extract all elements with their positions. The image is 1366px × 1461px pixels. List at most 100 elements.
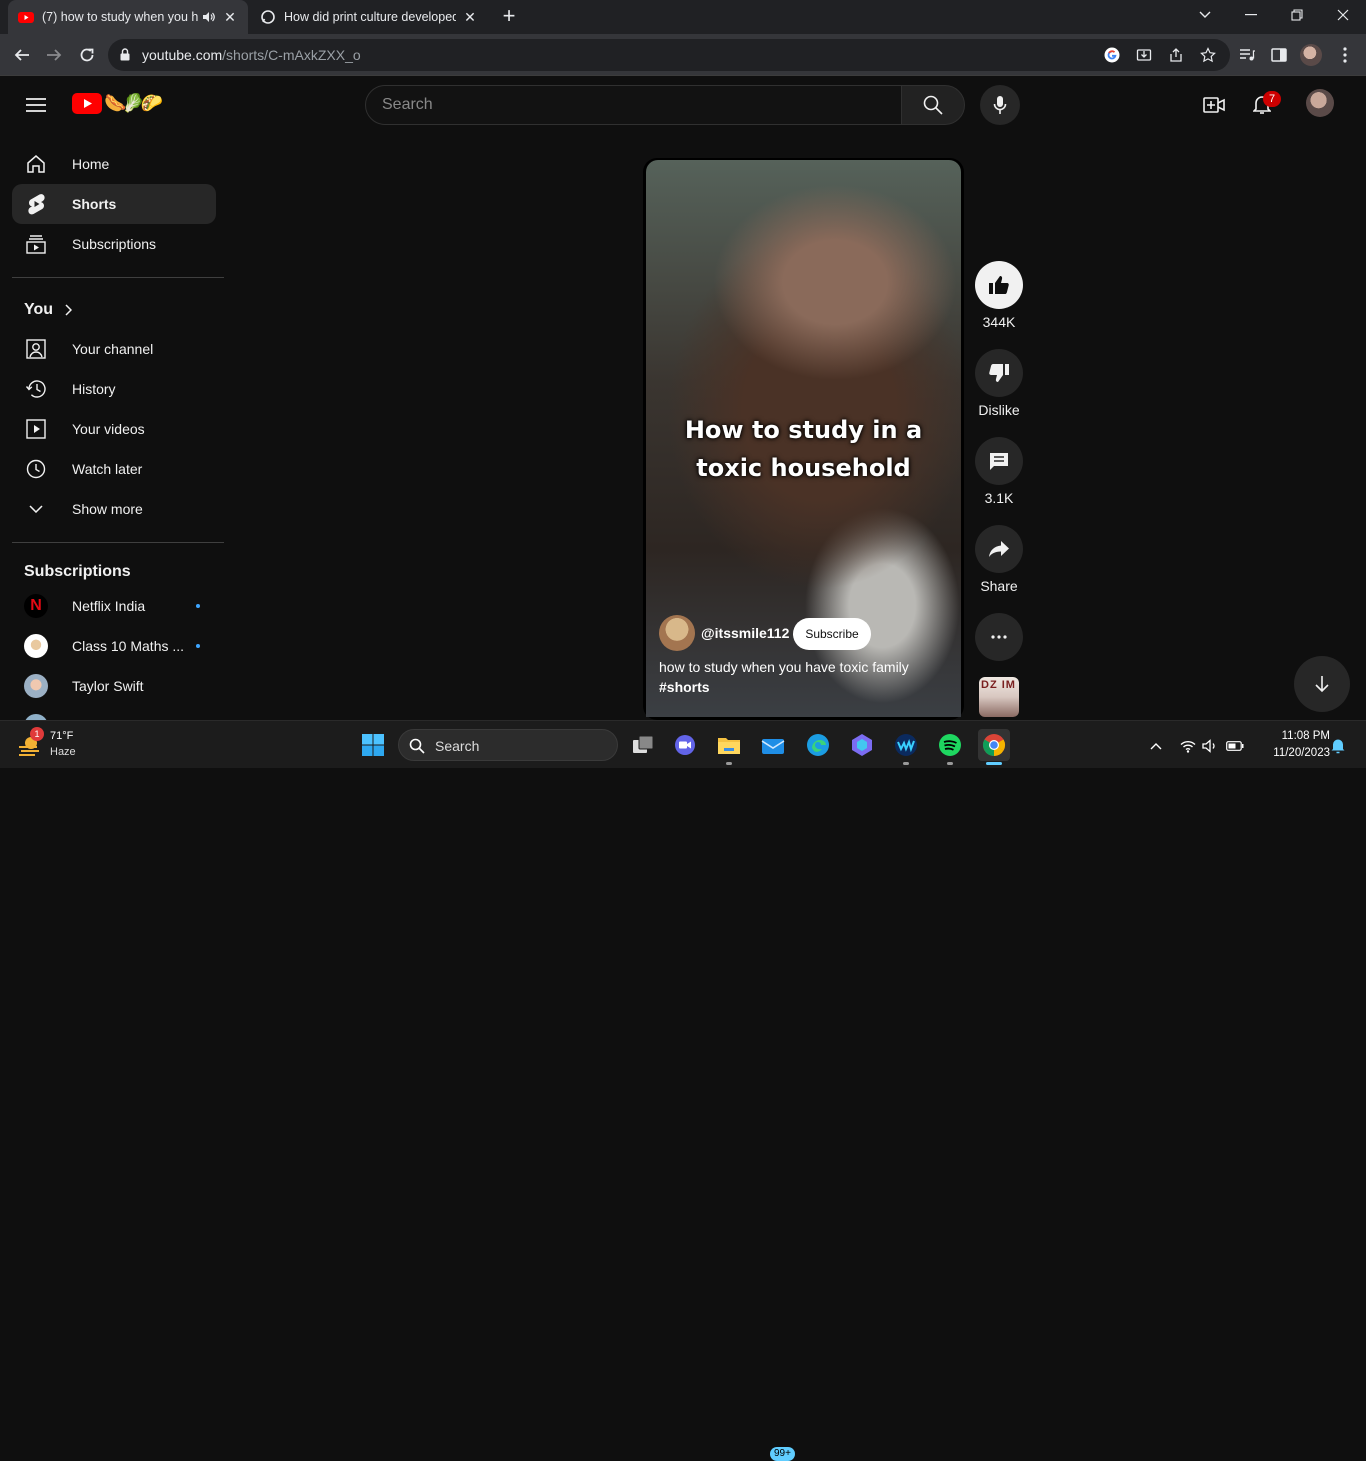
running-indicator <box>986 762 1002 765</box>
taylor-swift-avatar <box>24 674 48 698</box>
close-window-button[interactable] <box>1320 0 1366 30</box>
like-button[interactable] <box>975 261 1023 309</box>
google-lens-button[interactable] <box>1102 45 1122 65</box>
chevron-down-icon <box>24 497 48 521</box>
media-control-button[interactable] <box>1236 44 1258 66</box>
webex-app[interactable] <box>890 729 922 765</box>
share-button[interactable] <box>975 525 1023 573</box>
bookmark-button[interactable] <box>1198 45 1218 65</box>
back-button[interactable] <box>10 43 34 67</box>
tab-close-icon[interactable]: ✕ <box>222 9 238 25</box>
battery-button[interactable] <box>1226 737 1244 755</box>
forward-button[interactable] <box>42 43 66 67</box>
spotify-app[interactable] <box>934 729 966 765</box>
sidebar-item-home[interactable]: Home <box>12 144 216 184</box>
tab-close-icon[interactable]: ✕ <box>462 9 478 25</box>
clock-date: 11/20/2023 <box>1273 747 1330 759</box>
sound-thumbnail[interactable]: DZ IM <box>979 677 1019 717</box>
sidebar-subscription-taylor-swift[interactable]: Taylor Swift <box>12 666 216 706</box>
create-button[interactable] <box>1202 93 1226 117</box>
sidebar-subscription-class-10-maths[interactable]: Class 10 Maths ... <box>12 626 216 666</box>
sound-thumbnail-text: DZ IM <box>981 679 1016 691</box>
show-hidden-icons-button[interactable] <box>1147 737 1165 755</box>
side-panel-button[interactable] <box>1268 44 1290 66</box>
task-view-button[interactable] <box>627 729 659 761</box>
tab-print-culture[interactable]: How did print culture developed ✕ <box>250 0 488 34</box>
sidebar-item-label: Home <box>72 156 110 172</box>
restore-button[interactable] <box>1274 0 1320 30</box>
history-icon <box>24 377 48 401</box>
subscribe-button[interactable]: Subscribe <box>793 618 871 650</box>
search-icon <box>923 95 943 115</box>
taskbar-clock[interactable]: 11:08 PM 11/20/2023 <box>1256 728 1330 762</box>
video-description-text: how to study when you have toxic family <box>659 659 909 675</box>
mail-app[interactable] <box>757 729 789 761</box>
weather-condition: Haze <box>50 746 76 758</box>
more-actions-button[interactable] <box>975 613 1023 661</box>
edge-app[interactable] <box>802 729 834 761</box>
netflix-avatar: N <box>24 594 48 618</box>
guide-menu-button[interactable] <box>26 97 46 113</box>
voice-search-button[interactable] <box>980 85 1020 125</box>
sidebar-item-your-videos[interactable]: Your videos <box>12 409 216 449</box>
sidebar-subscription-netflix-india[interactable]: N Netflix India <box>12 586 216 626</box>
sidebar-item-label: Your videos <box>72 421 145 437</box>
tab-search-button[interactable] <box>1182 0 1228 30</box>
sidebar-item-watch-later[interactable]: Watch later <box>12 449 216 489</box>
channel-handle[interactable]: @itssmile112 <box>701 625 789 641</box>
chrome-menu-button[interactable] <box>1334 44 1356 66</box>
restore-icon <box>1291 9 1303 21</box>
teams-chat-app[interactable] <box>669 729 701 761</box>
youtube-header: 🌭🥬🌮 Search <box>0 77 1366 133</box>
like-count: 344K <box>982 314 1016 330</box>
chrome-app[interactable] <box>978 729 1010 765</box>
search-input[interactable]: Search <box>365 85 902 125</box>
sidebar-item-show-more[interactable]: Show more <box>12 489 216 529</box>
arrow-down-icon <box>1315 676 1329 693</box>
install-app-button[interactable] <box>1134 45 1154 65</box>
account-avatar[interactable] <box>1306 89 1334 117</box>
new-tab-button[interactable]: + <box>498 5 520 27</box>
file-explorer-app[interactable] <box>713 729 745 765</box>
youtube-logo[interactable]: 🌭🥬🌮 <box>72 93 163 114</box>
volume-button[interactable] <box>1201 737 1219 755</box>
next-short-button[interactable] <box>1294 656 1350 712</box>
sidebar-item-your-channel[interactable]: Your channel <box>12 329 216 369</box>
wifi-icon <box>1180 740 1196 753</box>
search-button[interactable] <box>901 85 965 125</box>
weather-widget[interactable]: 1 71°F Haze <box>18 727 138 761</box>
comment-icon <box>990 453 1008 470</box>
sidebar-item-shorts[interactable]: Shorts <box>12 184 216 224</box>
minimize-button[interactable] <box>1228 0 1274 30</box>
mail-unread-badge: 99+ <box>770 1447 795 1461</box>
you-section-heading[interactable]: You <box>24 301 73 319</box>
hashtag-link[interactable]: #shorts <box>659 679 710 695</box>
dislike-button[interactable] <box>975 349 1023 397</box>
comments-button[interactable] <box>975 437 1023 485</box>
taskbar-search[interactable]: Search <box>398 729 618 761</box>
you-heading-label: You <box>24 301 54 318</box>
lock-icon[interactable] <box>120 48 130 61</box>
tab-youtube-short[interactable]: (7) how to study when you h ✕ <box>8 0 248 34</box>
video-description[interactable]: how to study when you have toxic family … <box>659 657 949 697</box>
network-button[interactable] <box>1179 737 1197 755</box>
channel-avatar[interactable] <box>659 615 695 651</box>
sidebar-item-history[interactable]: History <box>12 369 216 409</box>
url-path: /shorts/C-mAxkZXX_o <box>222 47 361 63</box>
notification-center-button[interactable] <box>1329 737 1347 755</box>
reload-button[interactable] <box>75 43 99 67</box>
copilot-app[interactable] <box>846 729 878 761</box>
sidebar-item-label: History <box>72 381 116 397</box>
share-page-button[interactable] <box>1166 45 1186 65</box>
sidebar-item-subscriptions[interactable]: Subscriptions <box>12 224 216 264</box>
install-icon <box>1136 49 1152 61</box>
start-button[interactable] <box>357 729 389 761</box>
profile-button[interactable] <box>1300 44 1322 66</box>
shorts-video-player[interactable]: How to study in a toxic household @itssm… <box>646 160 961 717</box>
weather-temperature: 71°F <box>50 730 74 742</box>
tab-audio-icon[interactable] <box>202 10 216 24</box>
sidebar-subscription-partial[interactable] <box>12 706 216 720</box>
sidebar-item-label: Watch later <box>72 461 143 477</box>
chrome-icon <box>983 734 1005 756</box>
address-bar[interactable]: youtube.com/shorts/C-mAxkZXX_o <box>108 39 1230 71</box>
